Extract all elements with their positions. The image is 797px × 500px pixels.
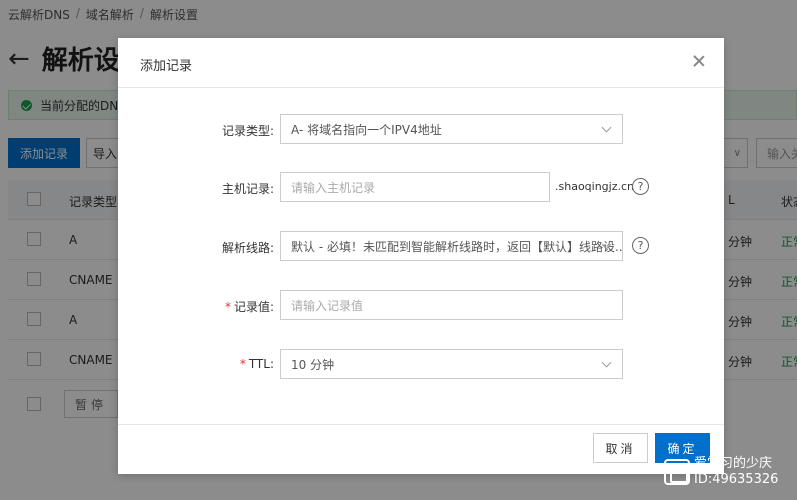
resolution-line-row: 解析线路: 默认 - 必填！未匹配到智能解析线路时，返回【默认】线路设... ? <box>118 231 724 261</box>
record-value-input[interactable]: 请输入记录值 <box>280 290 623 320</box>
record-value-row: * 记录值: 请输入记录值 <box>118 290 724 320</box>
record-type-row: 记录类型: A- 将域名指向一个IPV4地址 <box>118 114 724 144</box>
ttl-row: * TTL: 10 分钟 <box>118 349 724 379</box>
chevron-down-icon <box>601 122 612 133</box>
record-type-label: 记录类型: <box>221 124 274 138</box>
dialog-title: 添加记录 <box>140 59 193 74</box>
help-icon[interactable]: ? <box>632 237 649 254</box>
ttl-select[interactable]: 10 分钟 <box>280 349 623 379</box>
resolution-line-label: 解析线路: <box>221 241 274 255</box>
domain-suffix: .shaoqingjz.cn <box>555 180 635 193</box>
host-record-placeholder: 请输入主机记录 <box>291 180 376 195</box>
host-record-row: 主机记录: 请输入主机记录 .shaoqingjz.cn ? <box>118 172 724 202</box>
required-marker: * <box>239 357 246 371</box>
help-icon[interactable]: ? <box>632 178 649 195</box>
resolution-line-value: 默认 - 必填！未匹配到智能解析线路时，返回【默认】线路设... <box>291 239 623 254</box>
resolution-line-select[interactable]: 默认 - 必填！未匹配到智能解析线路时，返回【默认】线路设... <box>280 231 623 261</box>
record-value-placeholder: 请输入记录值 <box>291 298 364 313</box>
cancel-button[interactable]: 取消 <box>593 433 648 463</box>
watermark-id: ID:49635326 <box>694 472 779 487</box>
record-value-label-text: 记录值: <box>233 300 274 314</box>
add-record-dialog: 添加记录 记录类型: A- 将域名指向一个IPV4地址 主机记录: 请输入主机记… <box>118 38 724 474</box>
watermark: 爱学习的少庆 ID:49635326 <box>664 456 778 488</box>
host-record-input[interactable]: 请输入主机记录 <box>280 172 550 202</box>
chevron-down-icon <box>601 357 612 368</box>
watermark-text: 爱学习的少庆 ID:49635326 <box>694 456 778 488</box>
ttl-label: * TTL: <box>240 357 274 371</box>
host-record-label: 主机记录: <box>221 182 274 196</box>
required-marker: * <box>224 300 231 314</box>
record-value-label: * 记录值: <box>225 298 274 315</box>
ttl-value: 10 分钟 <box>291 357 335 372</box>
record-type-value: A- 将域名指向一个IPV4地址 <box>291 122 442 137</box>
ttl-label-text: TTL: <box>248 357 274 371</box>
watermark-logo-icon <box>664 459 690 485</box>
dialog-footer: 取消 确定 <box>118 424 724 474</box>
dialog-header: 添加记录 <box>118 38 724 88</box>
watermark-author: 爱学习的少庆 <box>694 456 773 471</box>
close-icon[interactable] <box>692 54 706 68</box>
record-type-select[interactable]: A- 将域名指向一个IPV4地址 <box>280 114 623 144</box>
